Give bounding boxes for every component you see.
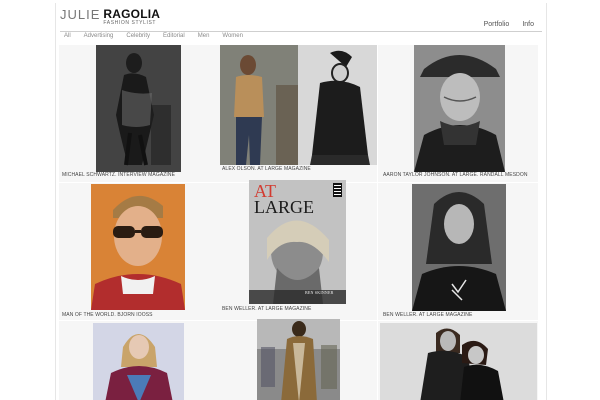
portfolio-photo[interactable] <box>257 319 340 400</box>
magazine-cover-name: BEN SKINNER <box>305 290 334 295</box>
portfolio-photo[interactable] <box>96 45 181 172</box>
caption: MAN OF THE WORLD. BJORN IOOSS <box>62 312 153 318</box>
caption: ALEX OLSON. AT LARGE MAGAZINE <box>222 166 311 172</box>
portfolio-grid: MICHAEL SCHWARTZ. INTERVIEW MAGAZINE ALE… <box>56 3 546 400</box>
caption: AARON TAYLOR JOHNSON. AT LARGE. RANDALL … <box>383 172 528 178</box>
caption: BEN WELLER. AT LARGE MAGAZINE <box>383 312 473 318</box>
portfolio-photo[interactable] <box>414 45 505 172</box>
magazine-title-bottom: LARGE <box>254 197 314 217</box>
magazine-cover[interactable]: AT LARGE BEN SKINNER <box>249 180 346 304</box>
page-container: JULIE RAGOLIA FASHION STYLIST Portfolio … <box>55 3 547 400</box>
portfolio-photo[interactable] <box>93 323 184 400</box>
portfolio-photo[interactable] <box>380 323 537 400</box>
portfolio-photo[interactable] <box>412 184 506 311</box>
caption: MICHAEL SCHWARTZ. INTERVIEW MAGAZINE <box>62 172 176 178</box>
caption: BEN WELLER. AT LARGE MAGAZINE <box>222 306 312 312</box>
portfolio-photo[interactable] <box>220 45 377 165</box>
portfolio-photo[interactable] <box>91 184 185 310</box>
